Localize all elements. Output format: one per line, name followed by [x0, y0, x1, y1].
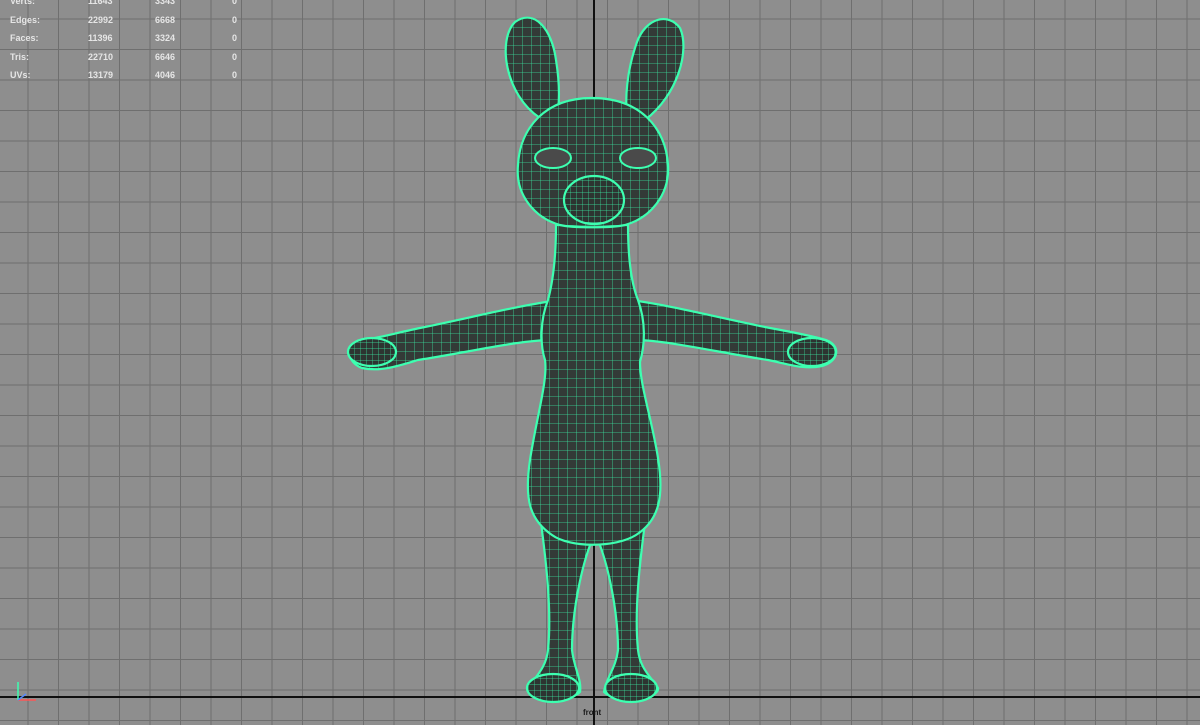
right-hand [786, 336, 838, 368]
right-eye [619, 147, 657, 169]
front-viewport[interactable]: Verts: 11643 3343 0 Edges: 22992 6668 0 … [0, 0, 1200, 725]
camera-name-label: front [583, 708, 602, 717]
right-foot [603, 672, 659, 704]
rabbit-character-mesh[interactable] [0, 0, 1200, 725]
right-ear [625, 18, 685, 124]
torso [526, 223, 662, 546]
left-ear [504, 16, 561, 124]
left-hand [346, 336, 398, 368]
left-foot [525, 672, 581, 704]
muzzle [562, 174, 626, 226]
left-eye [534, 147, 572, 169]
axis-gizmo-icon [17, 682, 36, 701]
